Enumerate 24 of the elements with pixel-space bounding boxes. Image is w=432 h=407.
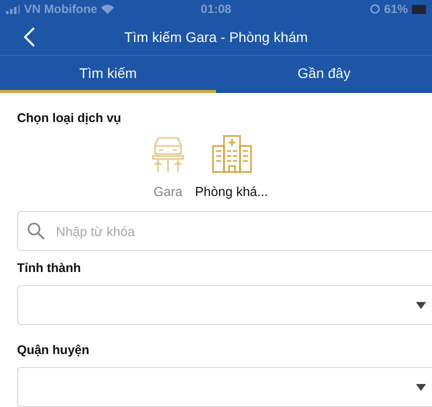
search-field[interactable]: Nhập từ khóa <box>17 211 432 251</box>
dropdown-field[interactable] <box>17 285 432 325</box>
service-option[interactable]: Gara <box>151 134 185 199</box>
car-lift-icon <box>151 134 185 174</box>
dropdown-caret-icon <box>416 384 426 390</box>
section-label: Chọn loại dịch vụ <box>17 111 122 125</box>
hospital-icon <box>210 134 254 174</box>
status-time: 01:08 <box>200 2 232 16</box>
tab[interactable]: Tìm kiếm <box>0 56 216 93</box>
battery-percent: 61% <box>384 2 408 16</box>
dropdown-field[interactable] <box>17 367 432 407</box>
service-option[interactable]: Phòng khá... <box>195 134 268 199</box>
search-icon <box>27 222 45 240</box>
tab[interactable]: Gần đây <box>216 56 432 93</box>
battery-icon <box>412 4 426 14</box>
wifi-icon <box>101 4 114 14</box>
screen-title: Tìm kiếm Gara - Phòng khám <box>123 28 309 45</box>
alarm-icon <box>370 4 380 14</box>
back-chevron-icon <box>24 26 35 47</box>
carrier-name: VN Mobifone <box>24 2 98 16</box>
dropdown-caret-icon <box>416 302 426 308</box>
field-label: Quận huyện <box>17 343 90 357</box>
field-label: Tỉnh thành <box>17 261 82 275</box>
signal-icon <box>6 4 20 14</box>
